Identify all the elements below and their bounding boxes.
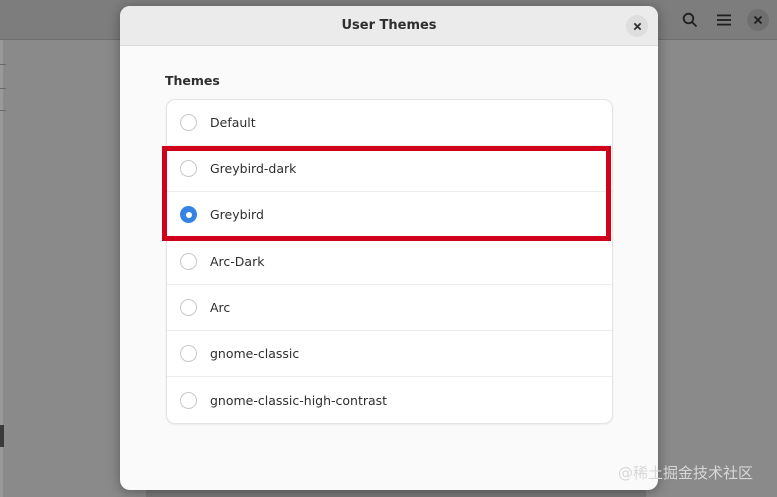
dialog-title: User Themes xyxy=(341,18,437,33)
theme-label: gnome-classic-high-contrast xyxy=(210,392,388,408)
theme-label: Arc xyxy=(210,299,231,315)
user-themes-dialog: User Themes Themes Default Greybird-dark… xyxy=(120,6,658,490)
theme-row-arc[interactable]: Arc xyxy=(167,285,612,331)
window-close-icon[interactable] xyxy=(747,9,769,31)
search-icon[interactable] xyxy=(679,9,701,31)
theme-label: Arc-Dark xyxy=(210,253,265,269)
theme-label: Greybird-dark xyxy=(210,161,297,177)
theme-row-greybird[interactable]: Greybird xyxy=(167,192,612,239)
themes-list: Default Greybird-dark Greybird Arc-Dark … xyxy=(166,99,613,425)
divider xyxy=(0,110,6,111)
menu-icon[interactable] xyxy=(713,9,735,31)
theme-label: Greybird xyxy=(210,207,264,223)
dialog-close-button[interactable] xyxy=(626,15,648,37)
dialog-header: User Themes xyxy=(120,6,658,46)
radio-button[interactable] xyxy=(180,298,197,316)
radio-button-selected[interactable] xyxy=(180,206,197,224)
theme-row-gnome-classic[interactable]: gnome-classic xyxy=(167,331,612,378)
divider xyxy=(0,88,6,89)
radio-button[interactable] xyxy=(180,160,197,178)
themes-section-label: Themes xyxy=(165,73,220,88)
theme-row-default[interactable]: Default xyxy=(167,100,612,147)
radio-button[interactable] xyxy=(180,391,197,409)
theme-row-gnome-classic-high-contrast[interactable]: gnome-classic-high-contrast xyxy=(167,377,612,423)
theme-row-greybird-dark[interactable]: Greybird-dark xyxy=(167,146,612,193)
radio-button[interactable] xyxy=(180,252,197,270)
theme-label: Default xyxy=(210,115,256,131)
watermark: @稀土掘金技术社区 xyxy=(618,464,754,482)
theme-label: gnome-classic xyxy=(210,346,300,362)
radio-button[interactable] xyxy=(180,114,197,132)
radio-button[interactable] xyxy=(180,345,197,363)
theme-row-arc-dark[interactable]: Arc-Dark xyxy=(167,239,612,285)
close-icon xyxy=(633,22,641,30)
divider xyxy=(0,64,6,65)
background-marker xyxy=(0,425,4,447)
